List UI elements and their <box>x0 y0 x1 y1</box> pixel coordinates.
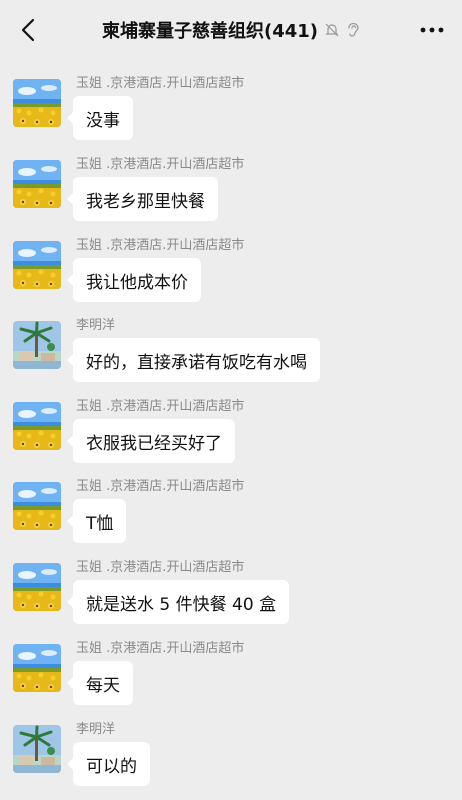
avatar-sunflower[interactable] <box>13 402 61 450</box>
sunflower-field-icon <box>13 402 61 450</box>
chat-header: 柬埔寨量子慈善组织(441) <box>0 0 462 60</box>
title-area: 柬埔寨量子慈善组织(441) <box>60 0 402 60</box>
sender-name: 玉姐 .京港酒店.开山酒店超市 <box>76 479 245 494</box>
message-bubble[interactable]: 我老乡那里快餐 <box>67 177 218 221</box>
palm-resort-icon <box>13 321 61 369</box>
palm-resort-icon <box>13 725 61 773</box>
message-bubble[interactable]: 衣服我已经买好了 <box>67 419 235 463</box>
back-button[interactable] <box>14 14 42 46</box>
more-dots-icon <box>420 27 444 33</box>
avatar-palm-resort[interactable] <box>13 321 61 369</box>
sunflower-field-icon <box>13 563 61 611</box>
message-bubble[interactable]: T恤 <box>66 499 127 543</box>
sender-name: 玉姐 .京港酒店.开山酒店超市 <box>76 157 245 172</box>
sender-name: 玉姐 .京港酒店.开山酒店超市 <box>76 238 245 253</box>
avatar-sunflower[interactable] <box>13 563 61 611</box>
message-bubble[interactable]: 我让他成本价 <box>67 258 201 302</box>
more-button[interactable] <box>416 14 448 46</box>
chat-title: 柬埔寨量子慈善组织(441) <box>101 21 319 42</box>
sender-name: 玉姐 .京港酒店.开山酒店超市 <box>76 560 245 575</box>
ear-icon <box>348 22 359 37</box>
avatar-sunflower[interactable] <box>13 241 61 289</box>
sunflower-field-icon <box>13 482 61 530</box>
avatar-sunflower[interactable] <box>13 79 61 127</box>
avatar-palm-resort[interactable] <box>13 725 61 773</box>
sender-name: 玉姐 .京港酒店.开山酒店超市 <box>76 399 245 414</box>
sunflower-field-icon <box>13 644 61 692</box>
message-bubble[interactable]: 每天 <box>67 661 133 705</box>
sender-name: 玉姐 .京港酒店.开山酒店超市 <box>76 76 245 91</box>
sunflower-field-icon <box>13 160 61 208</box>
sender-name: 李明洋 <box>76 722 116 737</box>
sender-name: 李明洋 <box>76 318 116 333</box>
sender-name: 玉姐 .京港酒店.开山酒店超市 <box>76 641 245 656</box>
avatar-sunflower[interactable] <box>13 160 61 208</box>
back-arrow-icon <box>21 18 35 42</box>
sunflower-field-icon <box>13 241 61 289</box>
message-feed[interactable]: 玉姐 .京港酒店.开山酒店超市 没事 玉姐 .京港酒店.开山酒店超市 我老乡那里… <box>0 60 462 800</box>
avatar-sunflower[interactable] <box>13 482 61 530</box>
sunflower-field-icon <box>13 79 61 127</box>
message-bubble[interactable]: 好的，直接承诺有饭吃有水喝 <box>67 338 320 382</box>
avatar-sunflower[interactable] <box>13 644 61 692</box>
message-bubble[interactable]: 没事 <box>67 96 133 140</box>
message-bubble[interactable]: 可以的 <box>67 742 150 786</box>
message-bubble[interactable]: 就是送水 5 件快餐 40 盒 <box>66 580 290 624</box>
mute-bell-icon <box>325 23 339 37</box>
